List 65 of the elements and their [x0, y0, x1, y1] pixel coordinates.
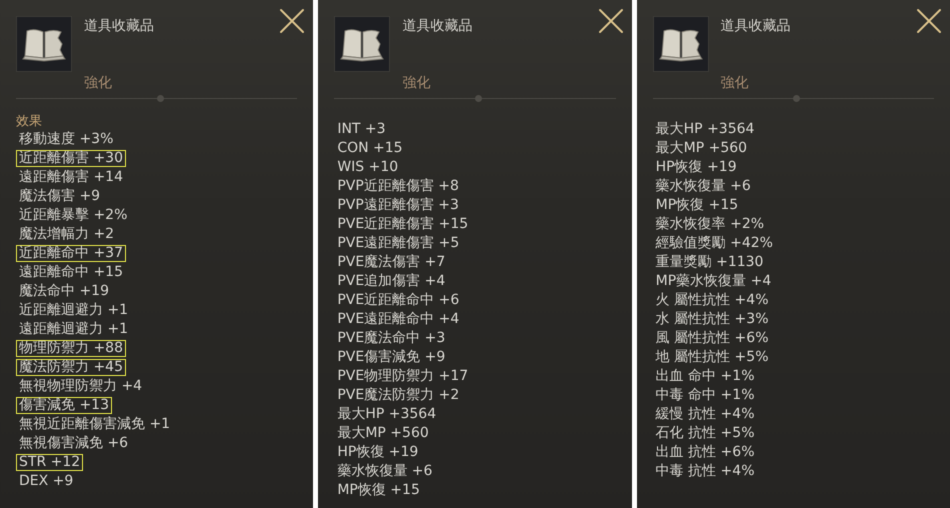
stat-line: 藥水恢復率 +2%	[654, 216, 766, 233]
stat-line: PVP近距離傷害 +8	[336, 178, 460, 195]
stat-line: 最大MP +560	[336, 425, 430, 442]
stat-line: PVE物理防禦力 +17	[336, 368, 470, 385]
stat-line: PVE魔法防禦力 +2	[336, 387, 460, 404]
stat-line: MP恢復 +15	[654, 197, 740, 214]
stat-line: 無視近距離傷害減免 +1	[18, 416, 172, 433]
book-icon	[340, 26, 384, 62]
stat-line: 風 屬性抗性 +6%	[654, 330, 770, 347]
stat-line: CON +15	[336, 140, 404, 157]
book-icon	[22, 26, 66, 62]
stat-line: WIS +10	[336, 159, 400, 176]
stat-line: DEX +9	[18, 473, 74, 490]
stat-line: HP恢復 +19	[336, 444, 420, 461]
close-icon[interactable]	[279, 8, 306, 34]
stat-line: 藥水恢復量 +6	[336, 463, 434, 480]
stat-line: 魔法傷害 +9	[18, 188, 102, 205]
stat-line: MP恢復 +15	[336, 482, 421, 499]
stat-line: 最大MP +560	[654, 140, 748, 157]
close-icon[interactable]	[916, 8, 942, 34]
stat-line: MP藥水恢復量 +4	[654, 273, 772, 290]
stat-line: 遠距離迴避力 +1	[18, 321, 130, 338]
stat-line: 最大HP +3564	[654, 121, 756, 138]
close-icon[interactable]	[598, 8, 624, 34]
stat-line: 魔法增幅力 +2	[18, 226, 116, 243]
stat-line: 無視物理防禦力 +4	[18, 378, 144, 395]
stat-line: 藥水恢復量 +6	[654, 178, 752, 195]
stat-line: PVE近距離命中 +6	[336, 292, 460, 309]
stat-line: 最大HP +3564	[336, 406, 438, 423]
stat-line: 火 屬性抗性 +4%	[654, 292, 770, 309]
book-icon	[658, 26, 703, 62]
stat-line: 魔法命中 +19	[18, 283, 110, 300]
stat-line: HP恢復 +19	[654, 159, 738, 176]
stat-line: PVE遠距離命中 +4	[336, 311, 460, 328]
stat-line: 出血 命中 +1%	[654, 368, 756, 385]
stat-line: 近距離迴避力 +1	[18, 302, 130, 319]
stat-line: PVP遠距離傷害 +3	[336, 197, 460, 214]
stat-line: 地 屬性抗性 +5%	[654, 349, 770, 366]
stat-line: 無視傷害減免 +6	[18, 435, 130, 452]
stat-line: PVE遠距離傷害 +5	[336, 235, 460, 252]
item-subtitle: 強化	[402, 74, 432, 92]
stat-line: 近距離暴擊 +2%	[18, 207, 128, 224]
stat-line: 水 屬性抗性 +3%	[654, 311, 770, 328]
stat-line: 中毒 抗性 +4%	[654, 463, 756, 480]
stat-line: 出血 抗性 +6%	[654, 444, 756, 461]
stat-line: 重量獎勵 +1130	[654, 254, 764, 271]
stat-line: PVE追加傷害 +4	[336, 273, 446, 290]
stat-line: 移動速度 +3%	[18, 131, 114, 148]
stat-line: 中毒 命中 +1%	[654, 387, 756, 404]
stat-line: 石化 抗性 +5%	[654, 425, 756, 442]
stat-line: PVE傷害減免 +9	[336, 349, 446, 366]
stat-line: 緩慢 抗性 +4%	[654, 406, 756, 423]
item-title: 道具收藏品	[402, 17, 472, 35]
stat-line: 經驗值獎勵 +42%	[654, 235, 774, 252]
item-title: 道具收藏品	[84, 17, 154, 35]
stat-line: INT +3	[336, 121, 387, 138]
stat-line: PVE魔法傷害 +7	[336, 254, 446, 271]
item-title: 道具收藏品	[720, 17, 791, 35]
stat-line: 遠距離傷害 +14	[18, 169, 124, 186]
stat-line: 遠距離命中 +15	[18, 264, 124, 281]
stat-line: PVE近距離傷害 +15	[336, 216, 470, 233]
item-subtitle: 強化	[720, 74, 750, 92]
item-subtitle: 強化	[84, 74, 113, 92]
stat-line: PVE魔法命中 +3	[336, 330, 446, 347]
section-label: 效果	[16, 113, 42, 130]
